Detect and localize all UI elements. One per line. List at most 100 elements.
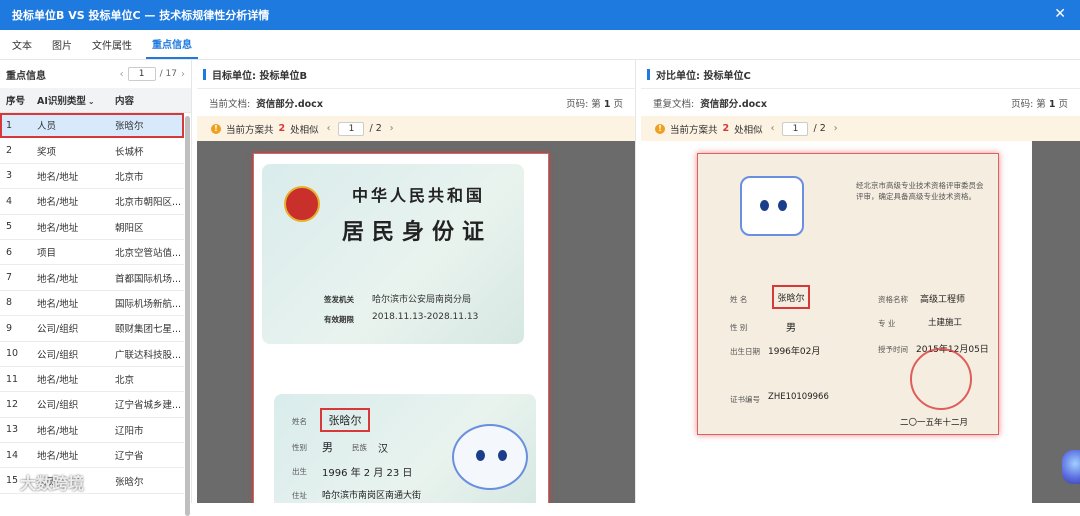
cell-index: 2 (6, 145, 13, 157)
page-input[interactable]: 1 (127, 67, 156, 81)
name-label: 姓名 (292, 417, 307, 426)
cert-no-value: ZHE10109966 (768, 392, 829, 402)
robot-photo-icon (740, 176, 804, 236)
document-viewer[interactable]: 经北京市高级专业技术资格评审委员会评审，确定具备高级专业技术资格。 姓 名 张晗… (641, 141, 1080, 503)
cell-index: 10 (6, 348, 19, 360)
table-row[interactable]: 3 地名/地址 北京市 (0, 164, 184, 190)
cell-content: 北京市 (115, 171, 144, 183)
cell-content: 北京市朝阳区... (115, 197, 182, 209)
ethnic-value: 汉 (378, 444, 388, 455)
match-page-input[interactable]: 1 (338, 121, 365, 136)
page-label: 页码: 第 (1011, 98, 1046, 110)
scrollbar[interactable] (185, 116, 190, 516)
cell-type: 地名/地址 (37, 171, 79, 183)
match-prefix: 当前方案共 (226, 124, 274, 136)
compare-page: 页码: 第 1 页 (1011, 96, 1068, 110)
dialog-titlebar: 投标单位B VS 投标单位C — 技术标规律性分析详情 ✕ (0, 0, 1080, 30)
doc-label: 重复文档: (653, 98, 695, 110)
tab-bar: 文本 图片 文件属性 重点信息 (0, 30, 1080, 60)
key-info-title: 重点信息 (6, 70, 46, 82)
cert-sex-value: 男 (786, 323, 796, 334)
table-row[interactable]: 1 人员 张晗尔 (0, 113, 184, 139)
cell-content: 国际机场新航... (115, 298, 182, 310)
prev-match-icon[interactable]: ‹ (771, 123, 775, 134)
address-value: 哈尔滨市南岗区南通大街 (322, 491, 422, 501)
table-row[interactable]: 4 地名/地址 北京市朝阳区... (0, 189, 184, 215)
heading-bar (203, 68, 206, 80)
header-content: 内容 (115, 96, 135, 107)
authority-label: 签发机关 (324, 295, 354, 304)
cell-index: 7 (6, 272, 13, 284)
assistant-bubble-icon[interactable] (1062, 450, 1080, 484)
table-row[interactable]: 8 地名/地址 国际机场新航... (0, 291, 184, 317)
cell-index: 1 (6, 119, 13, 131)
highlighted-name[interactable]: 张晗尔 (772, 285, 810, 309)
cell-content: 颐财集团七星... (115, 324, 182, 336)
header-type-label: AI识别类型 (37, 96, 86, 107)
chevron-down-icon[interactable]: ⌄ (88, 97, 95, 106)
table-row[interactable]: 13 地名/地址 辽阳市 (0, 418, 184, 444)
tab-image[interactable]: 图片 (46, 30, 78, 59)
next-match-icon[interactable]: › (834, 123, 838, 134)
table-header: 序号 AI识别类型 ⌄ 内容 (0, 88, 191, 113)
tab-file-properties[interactable]: 文件属性 (86, 30, 138, 59)
cell-index: 5 (6, 221, 13, 233)
key-info-table: 1 人员 张晗尔 2 奖项 长城杯 3 地名/地址 北京市 4 地名/地址 北京市朝阳区... 5 地名/… (0, 113, 184, 494)
cell-index: 14 (6, 449, 19, 461)
cell-type: 地名/地址 (37, 298, 79, 310)
page-label: 页码: 第 (566, 98, 601, 110)
tab-text[interactable]: 文本 (6, 30, 38, 59)
similarity-bar: ! 当前方案共 2 处相似 ‹ 1 / 2 › (641, 116, 1080, 141)
next-page-icon[interactable]: › (181, 69, 185, 80)
table-row[interactable]: 7 地名/地址 首都国际机场... (0, 265, 184, 291)
cell-content: 辽宁省 (115, 451, 144, 463)
id-card-front: 中华人民共和国 居民身份证 签发机关 哈尔滨市公安局南岗分局 有效期限 2018… (262, 164, 524, 344)
compare-panel: 对比单位: 投标单位C 重复文档: 资信部分.docx 页码: 第 1 页 ! … (641, 60, 1080, 503)
target-page: 页码: 第 1 页 (566, 96, 623, 110)
page-num: 1 (603, 98, 611, 110)
table-row[interactable]: 11 地名/地址 北京 (0, 367, 184, 393)
table-row[interactable]: 14 地名/地址 辽宁省 (0, 443, 184, 469)
cell-type: 公司/组织 (37, 349, 79, 361)
table-row[interactable]: 5 地名/地址 朝阳区 (0, 215, 184, 240)
prev-page-icon[interactable]: ‹ (120, 69, 124, 80)
table-row[interactable]: 6 项目 北京空管站值... (0, 240, 184, 266)
match-suffix: 处相似 (290, 124, 319, 136)
key-info-pager: ‹ 1 / 17 › (120, 67, 185, 81)
cell-content: 辽宁省城乡建... (115, 400, 182, 412)
valid-label: 有效期限 (324, 315, 354, 324)
cell-index: 6 (6, 246, 13, 258)
certificate-page: 经北京市高级专业技术资格评审委员会评审，确定具备高级专业技术资格。 姓 名 张晗… (697, 153, 999, 435)
cell-index: 12 (6, 398, 19, 410)
cell-type: 地名/地址 (37, 375, 79, 387)
cell-type: 地名/地址 (37, 451, 79, 463)
prev-match-icon[interactable]: ‹ (327, 123, 331, 134)
ethnic-label: 民族 (352, 443, 367, 452)
header-type[interactable]: AI识别类型 ⌄ (30, 93, 108, 107)
id-card-title: 中华人民共和国 (352, 186, 486, 205)
cell-index: 3 (6, 170, 13, 182)
page-suffix: 页 (1058, 98, 1068, 110)
tab-key-info[interactable]: 重点信息 (146, 30, 198, 59)
target-panel: 目标单位: 投标单位B 当前文档: 资信部分.docx 页码: 第 1 页 ! … (197, 60, 636, 503)
robot-avatar-icon (452, 424, 528, 490)
certificate-notice: 经北京市高级专业技术资格评审委员会评审，确定具备高级专业技术资格。 (856, 181, 984, 201)
table-row[interactable]: 12 公司/组织 辽宁省城乡建... (0, 392, 184, 418)
cert-birth-value: 1996年02月 (768, 347, 821, 357)
cell-content: 北京 (115, 375, 135, 387)
qual-value: 高级工程师 (920, 295, 966, 305)
cell-index: 9 (6, 322, 13, 334)
document-viewer[interactable]: 中华人民共和国 居民身份证 签发机关 哈尔滨市公安局南岗分局 有效期限 2018… (197, 141, 635, 503)
table-row[interactable]: 10 公司/组织 广联达科技股... (0, 342, 184, 367)
major-label: 专 业 (878, 319, 896, 328)
table-row[interactable]: 9 公司/组织 颐财集团七星... (0, 316, 184, 342)
id-card-subtitle: 居民身份证 (342, 219, 493, 245)
cell-content: 张晗尔 (115, 476, 144, 488)
highlighted-name[interactable]: 张晗尔 (320, 408, 370, 432)
match-count: 2 (278, 123, 286, 134)
close-icon[interactable]: ✕ (1054, 6, 1066, 22)
next-match-icon[interactable]: › (390, 123, 394, 134)
match-page-input[interactable]: 1 (782, 121, 809, 136)
match-prefix: 当前方案共 (670, 124, 718, 136)
table-row[interactable]: 2 奖项 长城杯 (0, 138, 184, 164)
